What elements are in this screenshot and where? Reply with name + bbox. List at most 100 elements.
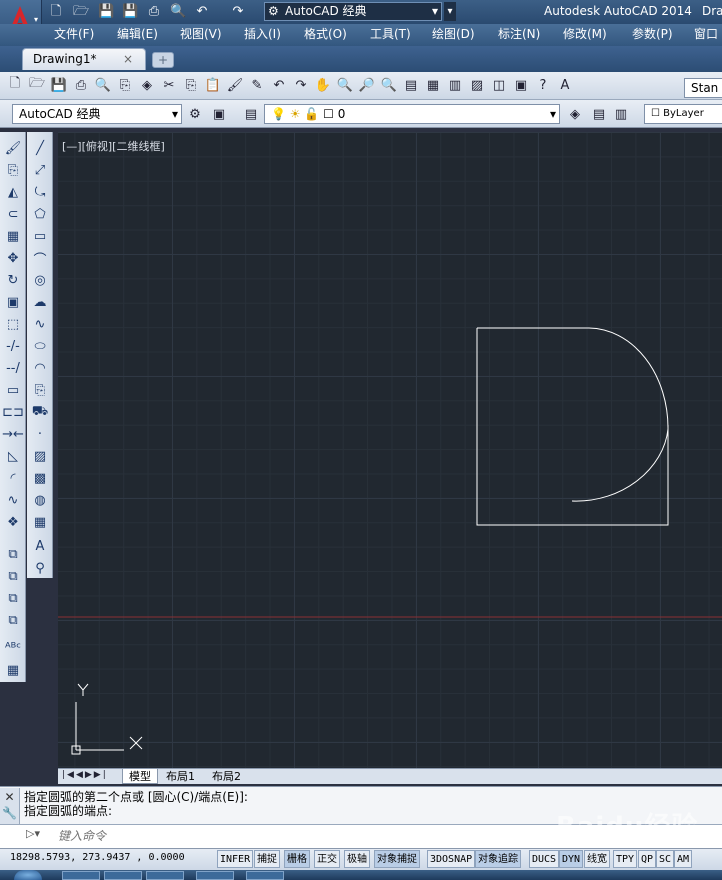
markup-icon[interactable]: ◫ — [490, 76, 508, 94]
new-tab-button[interactable]: + — [152, 52, 174, 68]
menu-dimension[interactable]: 标注(N) — [498, 26, 540, 42]
array-icon[interactable]: ▦ — [3, 226, 23, 246]
new-icon[interactable]: 🗋 — [6, 76, 24, 94]
viewport-controls-label[interactable]: [—][俯视][二维线框] — [62, 138, 165, 154]
color-combo[interactable]: ☐ ByLayer — [644, 104, 722, 124]
status-qp-button[interactable]: QP — [638, 850, 657, 868]
copy-object-icon[interactable]: ⎘ — [3, 160, 23, 180]
rotate-icon[interactable]: ↻ — [3, 270, 23, 290]
make-block-icon[interactable]: ⛟ — [30, 402, 50, 422]
status-ducs-button[interactable]: DUCS — [529, 850, 560, 868]
status-polar-button[interactable]: 极轴 — [344, 850, 370, 868]
menu-file[interactable]: 文件(F) — [54, 26, 94, 42]
close-icon[interactable]: ✕ — [0, 788, 19, 806]
tab-model[interactable]: 模型 — [122, 769, 158, 784]
layer-state-icon[interactable]: ▥ — [612, 105, 630, 123]
mirror-icon[interactable]: ◭ — [3, 182, 23, 202]
new-icon[interactable]: 🗋 — [48, 4, 64, 20]
break-icon[interactable]: ⊏⊐ — [2, 402, 24, 422]
print-icon[interactable]: ⎙ — [72, 76, 90, 94]
offset-icon[interactable]: ⊂ — [3, 204, 23, 224]
explode-icon[interactable]: ❖ — [3, 512, 23, 532]
menu-parametric[interactable]: 参数(P) — [632, 26, 673, 42]
paste-icon[interactable]: 📋 — [204, 76, 222, 94]
menu-format[interactable]: 格式(O) — [304, 26, 347, 42]
command-line-handle[interactable]: ✕ 🔧 — [0, 788, 20, 824]
3d-dwf-icon[interactable]: ◈ — [138, 76, 156, 94]
workspace-settings-icon[interactable]: ⚙ — [186, 105, 204, 123]
join-icon[interactable]: →← — [2, 424, 24, 444]
save-as-icon[interactable]: 💾 — [122, 4, 138, 20]
print-icon[interactable]: ⎙ — [146, 4, 162, 20]
scale-icon[interactable]: ▣ — [3, 292, 23, 312]
publish-icon[interactable]: ⎘ — [116, 76, 134, 94]
status-3dosnap-button[interactable]: 3DOSNAP — [427, 850, 476, 868]
point-icon[interactable]: · — [30, 424, 50, 444]
undo-icon[interactable]: ↶ — [270, 76, 288, 94]
calculator-icon[interactable]: ▣ — [512, 76, 530, 94]
block-editor-icon[interactable]: ✎ — [248, 76, 266, 94]
table-icon[interactable]: ▦ — [30, 512, 50, 532]
start-button-icon[interactable] — [14, 870, 42, 880]
status-dyn-button[interactable]: DYN — [559, 850, 584, 868]
workspace-combo[interactable]: AutoCAD 经典 ▾ — [12, 104, 182, 124]
text-above-icon[interactable]: ᴬᴮᶜ — [3, 638, 23, 658]
menu-tools[interactable]: 工具(T) — [370, 26, 411, 42]
pan-icon[interactable]: ✋ — [314, 76, 332, 94]
text-style-icon[interactable]: A — [556, 76, 574, 94]
circle-icon[interactable]: ◎ — [30, 270, 50, 290]
save-icon[interactable]: 💾 — [50, 76, 68, 94]
menu-modify[interactable]: 修改(M) — [563, 26, 607, 42]
layer-previous-icon[interactable]: ▤ — [590, 105, 608, 123]
sheet-set-icon[interactable]: ▨ — [468, 76, 486, 94]
text-style-combo[interactable]: Stan — [684, 78, 722, 98]
ellipse-arc-icon[interactable]: ◠ — [30, 358, 50, 378]
gradient-icon[interactable]: ▩ — [30, 468, 50, 488]
customize-qat-button[interactable]: ▾ — [444, 2, 456, 21]
revision-cloud-icon[interactable]: ☁ — [30, 292, 50, 312]
draworder-icon[interactable]: ⧉ — [3, 544, 23, 564]
text-front-icon[interactable]: ⧉ — [3, 610, 23, 630]
zoom-window-icon[interactable]: 🔎 — [358, 76, 376, 94]
menu-view[interactable]: 视图(V) — [180, 26, 222, 42]
close-icon[interactable]: × — [123, 49, 133, 69]
workspace-save-icon[interactable]: ▣ — [210, 105, 228, 123]
arc-icon[interactable]: ⌒ — [30, 248, 50, 268]
status-ortho-button[interactable]: 正交 — [314, 850, 340, 868]
preview-icon[interactable]: 🔍 — [94, 76, 112, 94]
workspace-switch-combo[interactable]: ⚙ AutoCAD 经典 ▾ — [264, 2, 442, 21]
open-icon[interactable]: 🗁 — [28, 76, 46, 94]
copy-icon[interactable]: ⎘ — [182, 76, 200, 94]
zoom-previous-icon[interactable]: 🔍 — [380, 76, 398, 94]
preview-icon[interactable]: 🔍 — [170, 4, 186, 20]
trim-icon[interactable]: -/- — [3, 336, 23, 356]
document-tab[interactable]: Drawing1* × — [22, 48, 146, 70]
spline-icon[interactable]: ∿ — [30, 314, 50, 334]
design-center-icon[interactable]: ▦ — [424, 76, 442, 94]
polyline-icon[interactable]: ⤿ — [30, 182, 50, 202]
match-properties-icon[interactable]: 🖌 — [226, 76, 244, 94]
menu-window[interactable]: 窗口 — [694, 26, 718, 42]
tab-layout1[interactable]: 布局1 — [160, 769, 201, 784]
command-prompt-icon[interactable]: ▷▾ — [26, 827, 40, 840]
hatch-back-icon[interactable]: ▦ — [3, 660, 23, 680]
status-snap-button[interactable]: 捕捉 — [254, 850, 280, 868]
move-icon[interactable]: ✥ — [3, 248, 23, 268]
taskbar-app-icon[interactable] — [62, 871, 100, 880]
extend-icon[interactable]: --/ — [3, 358, 23, 378]
construction-line-icon[interactable]: ⤢ — [30, 160, 50, 180]
rectangle-icon[interactable]: ▭ — [30, 226, 50, 246]
coordinate-readout[interactable]: 18298.5793, 273.9437 , 0.0000 — [10, 852, 185, 863]
menu-edit[interactable]: 编辑(E) — [117, 26, 158, 42]
send-to-back-icon[interactable]: ⧉ — [3, 588, 23, 608]
status-tpy-button[interactable]: TPY — [613, 850, 638, 868]
redo-icon[interactable]: ↷ — [292, 76, 310, 94]
status-sc-button[interactable]: SC — [656, 850, 675, 868]
menu-insert[interactable]: 插入(I) — [244, 26, 281, 42]
status-otrack-button[interactable]: 对象追踪 — [475, 850, 521, 868]
make-current-layer-icon[interactable]: ◈ — [566, 105, 584, 123]
properties-icon[interactable]: ▤ — [402, 76, 420, 94]
redo-icon[interactable]: ↷ — [230, 4, 246, 20]
bring-to-front-icon[interactable]: ⧉ — [3, 566, 23, 586]
break-at-point-icon[interactable]: ▭ — [3, 380, 23, 400]
